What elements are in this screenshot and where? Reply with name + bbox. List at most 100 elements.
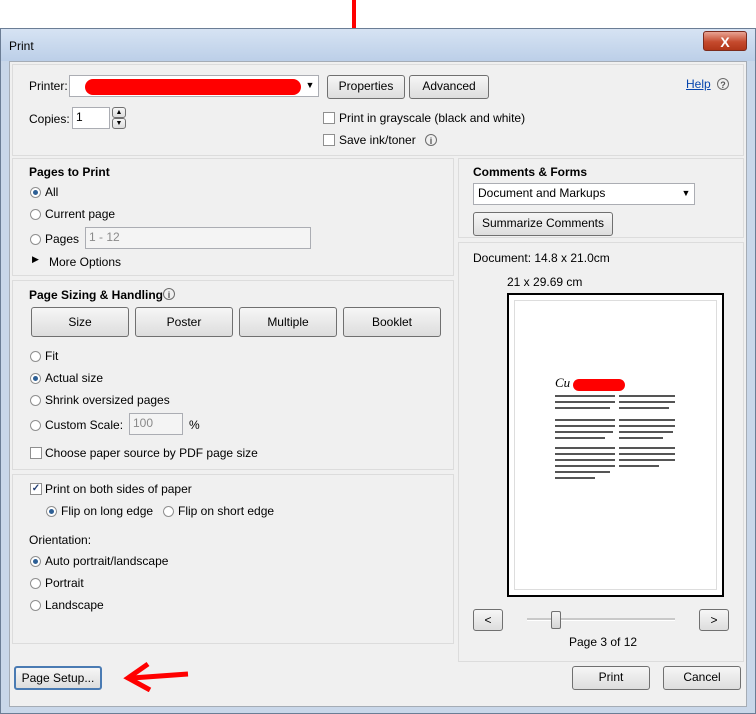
- text-line: [555, 447, 615, 449]
- help-icon[interactable]: ?: [717, 78, 729, 90]
- advanced-button[interactable]: Advanced: [409, 75, 489, 99]
- info-icon[interactable]: i: [163, 288, 175, 300]
- pages-range-input[interactable]: 1 - 12: [85, 227, 311, 249]
- preview-page: Cu: [515, 301, 716, 589]
- comments-heading: Comments & Forms: [473, 165, 588, 179]
- next-page-button[interactable]: >: [699, 609, 729, 631]
- current-page-label: Current page: [45, 207, 116, 221]
- dialog-body: Printer: ▼ Properties Advanced Help ? Co…: [9, 61, 747, 707]
- chevron-down-icon: ▼: [305, 80, 315, 90]
- custom-scale-input[interactable]: 100: [129, 413, 183, 435]
- more-options-label[interactable]: More Options: [49, 255, 121, 269]
- both-sides-checkbox[interactable]: ✓: [30, 483, 42, 495]
- window-title: Print: [9, 39, 34, 53]
- print-button[interactable]: Print: [572, 666, 650, 690]
- tab-size[interactable]: Size: [31, 307, 129, 337]
- page-preview: Cu: [507, 293, 724, 597]
- auto-orientation-label: Auto portrait/landscape: [45, 554, 169, 568]
- text-line: [555, 425, 615, 427]
- paper-source-label: Choose paper source by PDF page size: [45, 446, 258, 460]
- both-sides-label: Print on both sides of paper: [45, 482, 192, 496]
- page-sizing-group: Page Sizing & Handling i Size Poster Mul…: [12, 280, 454, 470]
- custom-scale-radio[interactable]: [30, 420, 41, 431]
- actual-size-radio[interactable]: [30, 373, 41, 384]
- short-edge-radio[interactable]: [163, 506, 174, 517]
- print-dialog-window: Print X Printer: ▼ Properties Advanced H…: [0, 28, 756, 714]
- actual-size-label: Actual size: [45, 371, 104, 385]
- annotation-arrow-left-icon: [123, 661, 189, 692]
- cancel-button[interactable]: Cancel: [663, 666, 741, 690]
- preview-signature: Cu: [555, 375, 571, 390]
- auto-orientation-radio[interactable]: [30, 556, 41, 567]
- grayscale-checkbox[interactable]: [323, 112, 335, 124]
- fit-radio[interactable]: [30, 351, 41, 362]
- tab-booklet[interactable]: Booklet: [343, 307, 441, 337]
- shrink-radio[interactable]: [30, 395, 41, 406]
- text-line: [555, 419, 615, 421]
- text-line: [619, 395, 675, 397]
- all-pages-radio[interactable]: [30, 187, 41, 198]
- copies-label: Copies:: [29, 112, 70, 126]
- copies-up-icon[interactable]: ▲: [112, 107, 126, 118]
- text-line: [619, 419, 675, 421]
- text-line: [555, 401, 615, 403]
- text-line: [619, 401, 675, 403]
- pages-range-label: Pages: [45, 232, 80, 246]
- text-line: [619, 447, 675, 449]
- long-edge-radio[interactable]: [46, 506, 57, 517]
- redaction-mark: [573, 379, 625, 391]
- short-edge-label: Flip on short edge: [178, 504, 275, 518]
- grayscale-label: Print in grayscale (black and white): [339, 111, 526, 125]
- text-line: [619, 465, 659, 467]
- preview-group: Document: 14.8 x 21.0cm 21 x 29.69 cm Cu: [458, 242, 744, 662]
- page-slider-thumb[interactable]: [551, 611, 561, 629]
- text-line: [555, 437, 605, 439]
- page-setup-button[interactable]: Page Setup...: [14, 666, 102, 690]
- text-line: [619, 437, 663, 439]
- custom-scale-label: Custom Scale:: [45, 418, 124, 432]
- text-line: [555, 465, 615, 467]
- title-bar: Print X: [1, 29, 755, 61]
- shrink-label: Shrink oversized pages: [45, 393, 170, 407]
- page-indicator: Page 3 of 12: [569, 635, 638, 649]
- printer-group: Printer: ▼ Properties Advanced Help ? Co…: [12, 64, 744, 156]
- current-page-radio[interactable]: [30, 209, 41, 220]
- text-line: [555, 453, 615, 455]
- text-line: [619, 453, 675, 455]
- text-line: [619, 425, 675, 427]
- long-edge-label: Flip on long edge: [61, 504, 154, 518]
- tab-poster[interactable]: Poster: [135, 307, 233, 337]
- properties-button[interactable]: Properties: [327, 75, 405, 99]
- paper-source-checkbox[interactable]: [30, 447, 42, 459]
- text-line: [555, 459, 615, 461]
- sizing-heading: Page Sizing & Handling: [29, 288, 164, 302]
- printer-label: Printer:: [29, 79, 68, 93]
- summarize-comments-button[interactable]: Summarize Comments: [473, 212, 613, 236]
- all-pages-label: All: [45, 185, 59, 199]
- info-icon[interactable]: i: [425, 134, 437, 146]
- copies-down-icon[interactable]: ▼: [112, 118, 126, 129]
- comments-selected: Document and Markups: [478, 186, 606, 200]
- fit-label: Fit: [45, 349, 59, 363]
- copies-input[interactable]: 1: [72, 107, 110, 129]
- landscape-radio[interactable]: [30, 600, 41, 611]
- portrait-radio[interactable]: [30, 578, 41, 589]
- close-button[interactable]: X: [703, 31, 747, 51]
- tab-multiple[interactable]: Multiple: [239, 307, 337, 337]
- expand-triangle-icon[interactable]: ▶: [32, 254, 39, 265]
- previous-page-button[interactable]: <: [473, 609, 503, 631]
- portrait-label: Portrait: [45, 576, 84, 590]
- page-slider-track[interactable]: [527, 618, 675, 621]
- duplex-orientation-group: ✓ Print on both sides of paper Flip on l…: [12, 474, 454, 644]
- text-line: [619, 459, 675, 461]
- help-link[interactable]: Help: [686, 77, 711, 91]
- comments-forms-group: Comments & Forms Document and Markups ▼ …: [458, 158, 744, 238]
- redaction-mark: [85, 79, 301, 95]
- text-line: [555, 471, 610, 473]
- pages-to-print-group: Pages to Print All Current page Pages 1 …: [12, 158, 454, 276]
- save-ink-label: Save ink/toner: [339, 133, 416, 147]
- pages-range-radio[interactable]: [30, 234, 41, 245]
- comments-select[interactable]: Document and Markups ▼: [473, 183, 695, 205]
- save-ink-checkbox[interactable]: [323, 134, 335, 146]
- text-line: [619, 407, 669, 409]
